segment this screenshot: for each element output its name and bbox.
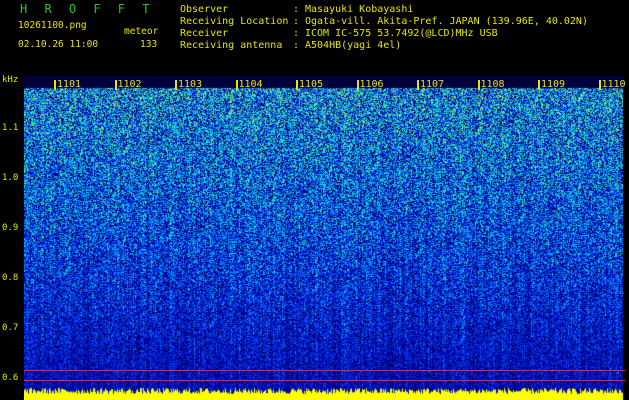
time-tick: 1110 — [601, 79, 626, 90]
time-tickmark — [417, 80, 419, 90]
field-value-location: Ogata-vill. Akita-Pref. JAPAN (139.96E, … — [305, 16, 588, 27]
reference-line — [24, 370, 625, 371]
time-tickmark — [296, 80, 298, 90]
field-value-receiver: ICOM IC-575 53.7492(@LCD)MHz USB — [305, 28, 498, 39]
spectrogram — [24, 76, 625, 400]
frequency-unit: kHz — [2, 75, 19, 85]
time-tickmark — [175, 80, 177, 90]
frequency-tick: 1.1 — [2, 123, 19, 133]
time-tickmark — [598, 80, 601, 90]
time-tick: 1102 — [117, 79, 142, 90]
count-label: 133 — [140, 39, 158, 50]
time-tick: 1109 — [541, 79, 566, 90]
header-panel: H R O F F T 10261100.png meteor 02.10.26… — [0, 0, 629, 76]
reference-line — [24, 380, 625, 381]
time-tickmark — [477, 80, 480, 90]
frequency-tick: 1.0 — [2, 173, 19, 183]
frequency-tick: 0.9 — [2, 223, 19, 233]
field-sep: : — [293, 16, 300, 27]
field-label-location: Receiving Location — [180, 16, 289, 27]
time-tickmark — [356, 80, 359, 90]
field-sep: : — [293, 40, 300, 51]
time-tick: 1104 — [238, 79, 263, 90]
time-tickmark — [538, 80, 540, 90]
frequency-tick: 0.6 — [2, 373, 19, 383]
app-title: H R O F F T — [20, 2, 155, 16]
field-sep: : — [293, 28, 300, 39]
field-label-observer: Observer — [180, 4, 229, 15]
time-tickmark — [235, 80, 238, 90]
time-tick: 1101 — [57, 79, 82, 90]
time-tick: 1108 — [480, 79, 505, 90]
time-tick: 1107 — [420, 79, 445, 90]
filename-label: 10261100.png — [18, 20, 87, 31]
frequency-tick: 0.8 — [2, 273, 19, 283]
datetime-label: 02.10.26 11:00 — [18, 39, 99, 50]
field-value-antenna: A504HB(yagi 4el) — [305, 40, 402, 51]
time-tick: 1105 — [299, 79, 324, 90]
field-label-receiver: Receiver — [180, 28, 229, 39]
frequency-axis: kHz 1.1 1.0 0.9 0.8 0.7 0.6 — [0, 76, 24, 400]
spectrogram-canvas — [24, 76, 625, 400]
field-value-observer: Masayuki Kobayashi — [305, 4, 414, 15]
frequency-tick: 0.7 — [2, 323, 19, 333]
time-tickmark — [54, 80, 56, 90]
field-sep: : — [293, 4, 300, 15]
time-tick: 1103 — [178, 79, 203, 90]
event-label: meteor — [124, 26, 159, 37]
time-tickmark — [114, 80, 117, 90]
time-tick: 1106 — [359, 79, 384, 90]
field-label-antenna: Receiving antenna — [180, 40, 283, 51]
